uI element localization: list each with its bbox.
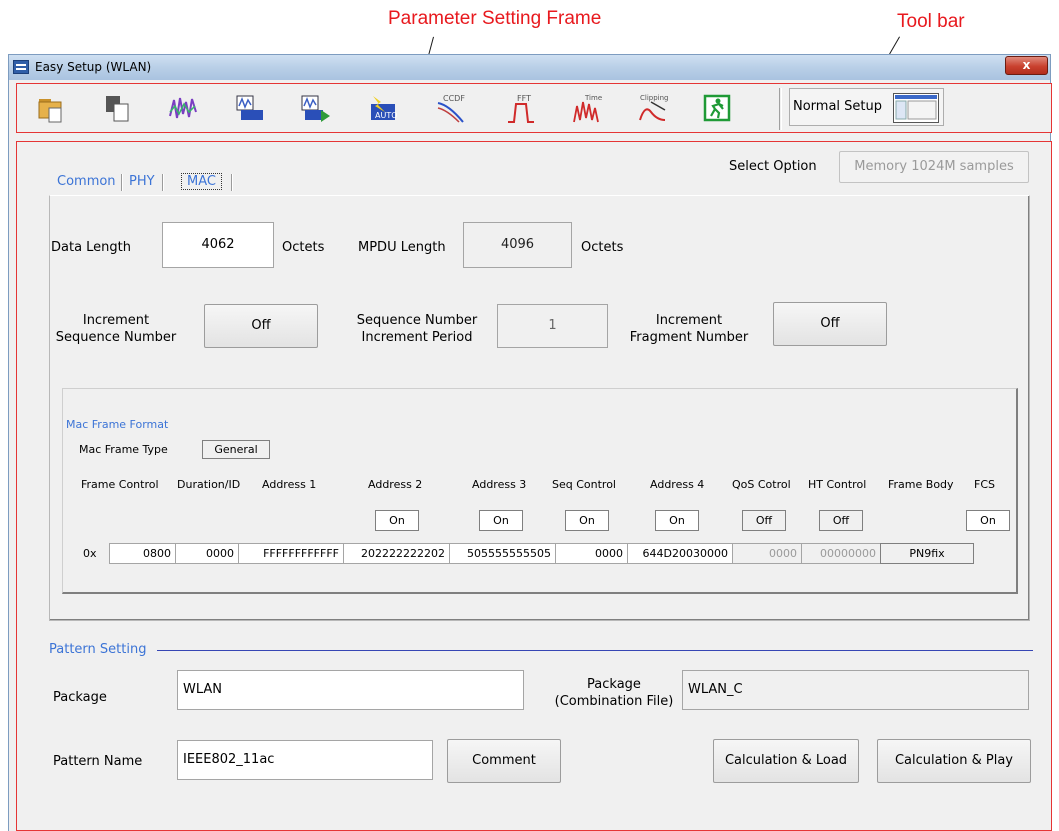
col-frame-control: Frame Control — [81, 478, 159, 491]
frame-control-field[interactable]: 0800 — [109, 543, 176, 564]
normal-setup-label: Normal Setup — [793, 99, 883, 114]
combination-file-label-line2: (Combination File) — [554, 694, 674, 709]
svg-text:CCDF: CCDF — [443, 94, 465, 103]
col-ht-control: HT Control — [808, 478, 867, 491]
mpdu-length-unit: Octets — [581, 240, 624, 255]
clipping-icon[interactable]: Clipping — [637, 92, 669, 124]
col-frame-body: Frame Body — [888, 478, 954, 491]
combination-file-field: WLAN_C — [682, 670, 1029, 710]
col-address-2: Address 2 — [368, 478, 423, 491]
increment-fragment-label: Increment Fragment Number — [613, 312, 765, 346]
increment-fragment-label-line1: Increment — [655, 313, 723, 328]
col-seq-control: Seq Control — [552, 478, 616, 491]
svg-text:FFT: FFT — [517, 94, 531, 103]
increment-sequence-button[interactable]: Off — [204, 304, 318, 348]
tab-mac[interactable]: MAC — [181, 173, 222, 190]
calculation-play-button[interactable]: Calculation & Play — [877, 739, 1031, 783]
frame-body-button[interactable]: PN9fix — [880, 543, 974, 564]
select-option-button[interactable]: Memory 1024M samples — [839, 151, 1029, 183]
col-address-1: Address 1 — [262, 478, 317, 491]
col-address-4: Address 4 — [650, 478, 705, 491]
address-3-field[interactable]: 505555555505 — [449, 543, 556, 564]
comment-button[interactable]: Comment — [447, 739, 561, 783]
close-button[interactable]: x — [1005, 56, 1048, 75]
address-2-toggle[interactable]: On — [375, 510, 419, 531]
package-field[interactable]: WLAN — [177, 670, 524, 710]
col-fcs: FCS — [974, 478, 995, 491]
col-address-3: Address 3 — [472, 478, 527, 491]
data-length-label: Data Length — [51, 240, 132, 255]
tab-common[interactable]: Common — [57, 174, 116, 189]
ht-control-field: 00000000 — [801, 543, 881, 564]
data-length-unit: Octets — [282, 240, 325, 255]
auto-setup-icon[interactable]: AUTO — [367, 92, 399, 124]
col-duration-id: Duration/ID — [177, 478, 241, 491]
calculation-load-button[interactable]: Calculation & Load — [713, 739, 859, 783]
fcs-toggle[interactable]: On — [966, 510, 1010, 531]
mac-frame-format-label: Mac Frame Format — [66, 418, 169, 431]
open-folder-icon[interactable] — [35, 92, 67, 124]
app-icon — [13, 60, 29, 74]
seq-control-field[interactable]: 0000 — [555, 543, 628, 564]
svg-text:AUTO: AUTO — [375, 111, 398, 120]
address-3-toggle[interactable]: On — [479, 510, 523, 531]
svg-text:Time: Time — [584, 94, 602, 102]
mpdu-length-field: 4096 — [463, 222, 572, 268]
load-waveform-icon[interactable] — [233, 92, 265, 124]
address-4-toggle[interactable]: On — [655, 510, 699, 531]
waveform-icon[interactable] — [167, 92, 199, 124]
sequence-period-label-line1: Sequence Number — [356, 313, 478, 328]
seq-control-toggle[interactable]: On — [565, 510, 609, 531]
copy-icon[interactable] — [101, 92, 133, 124]
hex-prefix: 0x — [83, 547, 97, 560]
tab-separator — [162, 174, 164, 191]
window-titlebar[interactable]: Easy Setup (WLAN) x — [8, 54, 1051, 80]
ht-control-toggle[interactable]: Off — [819, 510, 863, 531]
fft-icon[interactable]: FFT — [505, 92, 537, 124]
data-length-field[interactable]: 4062 — [162, 222, 274, 268]
increment-sequence-label-line2: Sequence Number — [55, 330, 177, 345]
duration-id-field[interactable]: 0000 — [175, 543, 239, 564]
sequence-period-label-line2: Increment Period — [361, 330, 473, 345]
ccdf-icon[interactable]: CCDF — [435, 92, 467, 124]
normal-setup-thumbnail-icon — [893, 93, 939, 123]
increment-fragment-button[interactable]: Off — [773, 302, 887, 346]
mpdu-length-label: MPDU Length — [358, 240, 446, 255]
tab-separator — [231, 174, 233, 191]
time-domain-icon[interactable]: Time — [571, 92, 603, 124]
combination-file-label-line1: Package — [587, 677, 641, 692]
normal-setup-button[interactable]: Normal Setup — [789, 88, 944, 126]
select-option-label: Select Option — [729, 159, 817, 174]
toolbar: AUTO CCDF FFT Time Clipping Normal Setup — [16, 83, 1052, 133]
load-play-icon[interactable] — [299, 92, 331, 124]
svg-text:Clipping: Clipping — [640, 94, 669, 102]
pattern-name-label: Pattern Name — [53, 754, 143, 769]
sequence-period-field: 1 — [497, 304, 608, 348]
combination-file-label: Package (Combination File) — [545, 676, 683, 710]
tab-phy[interactable]: PHY — [129, 174, 155, 189]
pattern-setting-divider — [157, 650, 1033, 651]
tab-separator — [121, 174, 123, 191]
address-4-field[interactable]: 644D20030000 — [627, 543, 733, 564]
pattern-name-field[interactable]: IEEE802_11ac — [177, 740, 433, 780]
increment-fragment-label-line2: Fragment Number — [629, 330, 749, 345]
address-1-field[interactable]: FFFFFFFFFFFF — [238, 543, 344, 564]
exit-icon[interactable] — [701, 92, 733, 124]
callout-parameter-setting-frame: Parameter Setting Frame — [388, 8, 602, 29]
col-qos-control: QoS Cotrol — [732, 478, 791, 491]
qos-control-toggle[interactable]: Off — [742, 510, 786, 531]
increment-sequence-label-line1: Increment — [82, 313, 150, 328]
qos-control-field: 0000 — [732, 543, 802, 564]
pattern-setting-label: Pattern Setting — [49, 642, 147, 657]
sequence-period-label: Sequence Number Increment Period — [339, 312, 495, 346]
mac-frame-type-button[interactable]: General — [202, 440, 270, 459]
package-label: Package — [53, 690, 107, 705]
callout-tool-bar: Tool bar — [897, 11, 965, 32]
mac-frame-type-label: Mac Frame Type — [79, 443, 168, 456]
parameter-setting-frame: Select Option Memory 1024M samples Commo… — [16, 141, 1052, 831]
increment-sequence-label: Increment Sequence Number — [43, 312, 189, 346]
window-title: Easy Setup (WLAN) — [35, 60, 152, 74]
toolbar-separator — [779, 88, 782, 130]
address-2-field[interactable]: 202222222202 — [343, 543, 450, 564]
